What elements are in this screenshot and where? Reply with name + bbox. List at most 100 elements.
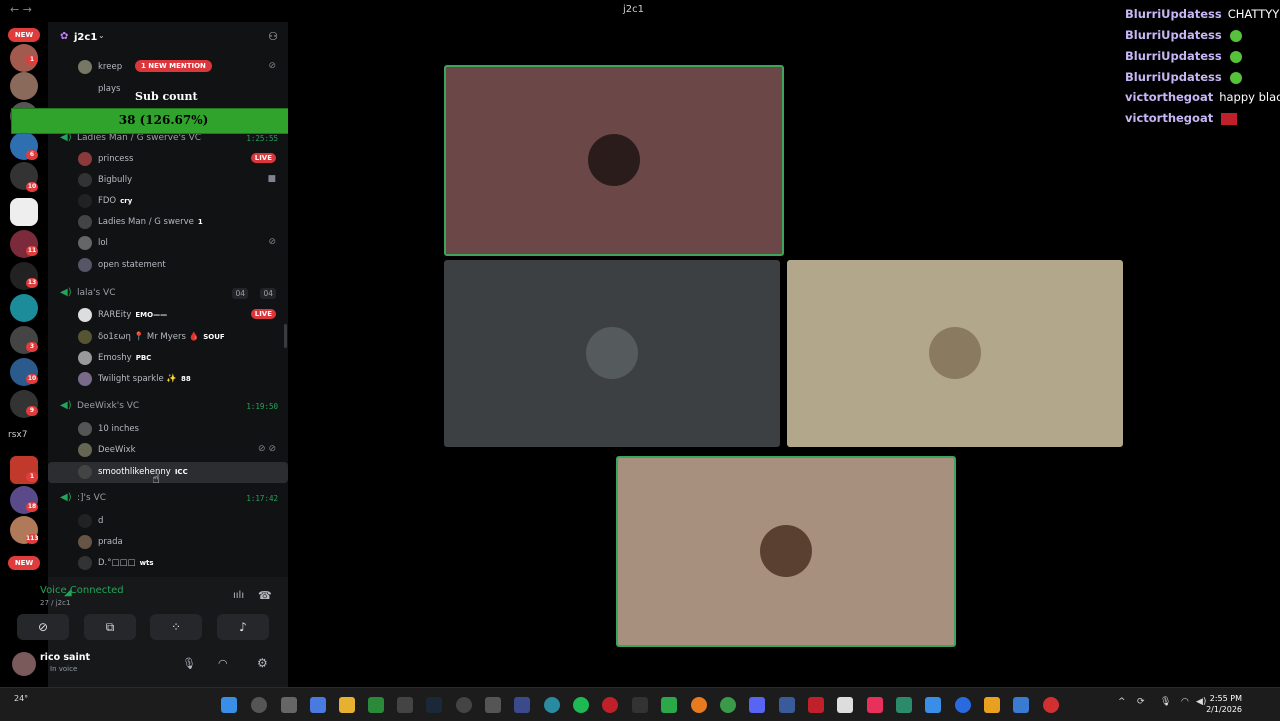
- app-icon[interactable]: [984, 697, 1000, 713]
- participant-tile[interactable]: [444, 260, 780, 447]
- channel-timer: 1:25:55: [246, 134, 278, 143]
- activities-button[interactable]: ⁘: [150, 614, 202, 640]
- voice-user[interactable]: RAREity EMO—— LIVE: [48, 305, 288, 326]
- app-icon[interactable]: [691, 697, 707, 713]
- voice-user[interactable]: DeeWixk ⊘ ⊘: [48, 440, 288, 461]
- voice-channel-path[interactable]: 27 / j2c1: [40, 599, 70, 607]
- browser-icon[interactable]: [544, 697, 560, 713]
- server-badge: 9: [26, 406, 38, 416]
- chat-message: victorthegoat happy black hi: [1125, 90, 1280, 104]
- voice-user[interactable]: d: [48, 511, 288, 532]
- voice-user[interactable]: open statement: [48, 255, 288, 276]
- avatar: [78, 330, 92, 344]
- voice-user[interactable]: Bigbully ■: [48, 170, 288, 191]
- soundboard-button[interactable]: ♪: [217, 614, 269, 640]
- settings-icon[interactable]: [485, 697, 501, 713]
- new-pill[interactable]: NEW: [8, 556, 40, 570]
- steam-icon[interactable]: [426, 697, 442, 713]
- voice-user[interactable]: prada: [48, 532, 288, 553]
- voice-channel[interactable]: ◀) lala's VC 04 04: [48, 283, 288, 305]
- chat-message: BlurriUpdatess CHATTYY: [1125, 7, 1279, 21]
- search-icon[interactable]: [251, 697, 267, 713]
- clock[interactable]: 2:55 PM 2/1/2026: [1206, 693, 1242, 715]
- xbox-icon[interactable]: [368, 697, 384, 713]
- screen-share-button[interactable]: ⧉: [84, 614, 136, 640]
- avatar[interactable]: [12, 652, 36, 676]
- server-icon[interactable]: [10, 198, 38, 226]
- user-name: smoothlikehenny ICC: [98, 467, 188, 477]
- settings-gear-icon[interactable]: ⚙: [257, 656, 268, 670]
- voice-user[interactable]: D.°□□□ wts: [48, 553, 288, 574]
- app-icon[interactable]: [955, 697, 971, 713]
- voice-user[interactable]: 10 inches: [48, 419, 288, 440]
- app-icon[interactable]: [397, 697, 413, 713]
- chrome-icon[interactable]: [720, 697, 736, 713]
- app-icon[interactable]: [661, 697, 677, 713]
- user-name: 10 inches: [98, 424, 139, 434]
- copilot-icon[interactable]: [310, 697, 326, 713]
- chat-text: CHATTYY: [1227, 7, 1280, 21]
- tray-chevron-icon[interactable]: ^: [1118, 697, 1126, 707]
- app-icon[interactable]: [1013, 697, 1029, 713]
- voice-user[interactable]: Twilight sparkle ✨ 88: [48, 369, 288, 390]
- app-icon[interactable]: [837, 697, 853, 713]
- spotify-icon[interactable]: [573, 697, 589, 713]
- server-text-icon[interactable]: rsx7: [8, 430, 27, 440]
- voice-user[interactable]: Ladies Man / G swerve 1: [48, 212, 288, 233]
- app-icon[interactable]: [779, 697, 795, 713]
- weather-widget[interactable]: 24°: [14, 694, 28, 703]
- opera-icon[interactable]: [602, 697, 618, 713]
- discord-icon[interactable]: [749, 697, 765, 713]
- app-icon[interactable]: [925, 697, 941, 713]
- scrollbar[interactable]: [284, 324, 287, 348]
- avatar: [78, 308, 92, 322]
- app-icon[interactable]: [514, 697, 530, 713]
- noise-suppression-icon[interactable]: ıılı: [233, 590, 244, 601]
- app-icon[interactable]: [456, 697, 472, 713]
- server-icon[interactable]: [10, 294, 38, 322]
- voice-user[interactable]: δο1εωη 📍 Mr Myers 🩸 SOUF: [48, 327, 288, 348]
- user-name-text: δο1εωη 📍 Mr Myers 🩸: [98, 332, 200, 342]
- wifi-icon[interactable]: ◠: [1181, 697, 1189, 707]
- emote-icon: [1229, 50, 1242, 63]
- microphone-icon[interactable]: 🎙: [182, 657, 196, 670]
- voice-channel[interactable]: ◀) :]'s VC 1:17:42: [48, 488, 288, 510]
- sub-count-value: 38 (126.67%): [118, 113, 209, 127]
- volume-icon[interactable]: ◀): [1196, 697, 1206, 707]
- avatar: [78, 351, 92, 365]
- new-pill[interactable]: NEW: [8, 28, 40, 42]
- app-icon[interactable]: [808, 697, 824, 713]
- current-user-status: In voice: [50, 665, 78, 673]
- app-icon[interactable]: [1043, 697, 1059, 713]
- voice-user[interactable]: princess LIVE: [48, 149, 288, 170]
- participant-tile[interactable]: [787, 260, 1123, 447]
- task-view-icon[interactable]: [281, 697, 297, 713]
- add-member-icon[interactable]: ⚇: [268, 30, 278, 43]
- chat-user: BlurriUpdatess: [1125, 28, 1222, 42]
- mention-badge[interactable]: 1 NEW MENTION: [135, 60, 212, 72]
- voice-user[interactable]: kreep 1 NEW MENTION ⊘: [48, 57, 288, 78]
- avatar: [586, 327, 638, 379]
- channel-timer: 1:19:50: [246, 402, 278, 411]
- participant-tile[interactable]: [616, 456, 956, 647]
- server-icon[interactable]: [10, 72, 38, 100]
- voice-user[interactable]: FDO cry: [48, 191, 288, 212]
- app-icon[interactable]: [632, 697, 648, 713]
- tray-app-icon[interactable]: ⟳: [1137, 697, 1145, 707]
- disconnect-icon[interactable]: ☎: [258, 589, 272, 602]
- headphones-icon[interactable]: ◠: [218, 657, 228, 670]
- back-forward-icon[interactable]: ← →: [10, 3, 32, 16]
- voice-channel[interactable]: ◀) DeeWixk's VC 1:19:50: [48, 396, 288, 418]
- voice-user[interactable]: Emoshy PBC: [48, 348, 288, 369]
- server-header[interactable]: ✿ j2c1 ⌄ ⚇: [48, 22, 288, 54]
- app-icon[interactable]: [896, 697, 912, 713]
- start-icon[interactable]: [221, 697, 237, 713]
- camera-off-button[interactable]: ⊘: [17, 614, 69, 640]
- tray-mic-icon[interactable]: 🎙: [1160, 697, 1171, 707]
- voice-user[interactable]: smoothlikehenny ICC: [48, 462, 288, 483]
- voice-user[interactable]: lol ⊘: [48, 233, 288, 254]
- participant-tile[interactable]: [444, 65, 784, 256]
- file-explorer-icon[interactable]: [339, 697, 355, 713]
- tiktok-icon[interactable]: [867, 697, 883, 713]
- avatar: [760, 525, 812, 577]
